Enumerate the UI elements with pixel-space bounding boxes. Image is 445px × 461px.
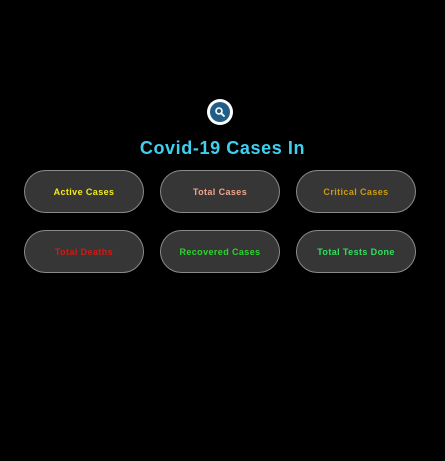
app-screen: Covid-19 Cases In Active Cases Total Cas… [0, 0, 445, 461]
card-label: Recovered Cases [179, 246, 261, 257]
search-icon [210, 102, 230, 122]
page-title: Covid-19 Cases In [139, 138, 306, 158]
critical-cases-button[interactable]: Critical Cases [296, 170, 416, 213]
total-tests-done-button[interactable]: Total Tests Done [296, 230, 416, 273]
stats-grid: Active Cases Total Cases Critical Cases … [24, 170, 416, 273]
card-label: Total Deaths [54, 246, 114, 257]
search-button[interactable] [207, 99, 233, 125]
card-label: Total Tests Done [317, 246, 395, 257]
card-label: Active Cases [53, 186, 115, 197]
card-label: Critical Cases [323, 186, 389, 197]
card-label: Total Cases [192, 186, 248, 197]
total-cases-button[interactable]: Total Cases [160, 170, 280, 213]
recovered-cases-button[interactable]: Recovered Cases [160, 230, 280, 273]
total-deaths-button[interactable]: Total Deaths [24, 230, 144, 273]
active-cases-button[interactable]: Active Cases [24, 170, 144, 213]
